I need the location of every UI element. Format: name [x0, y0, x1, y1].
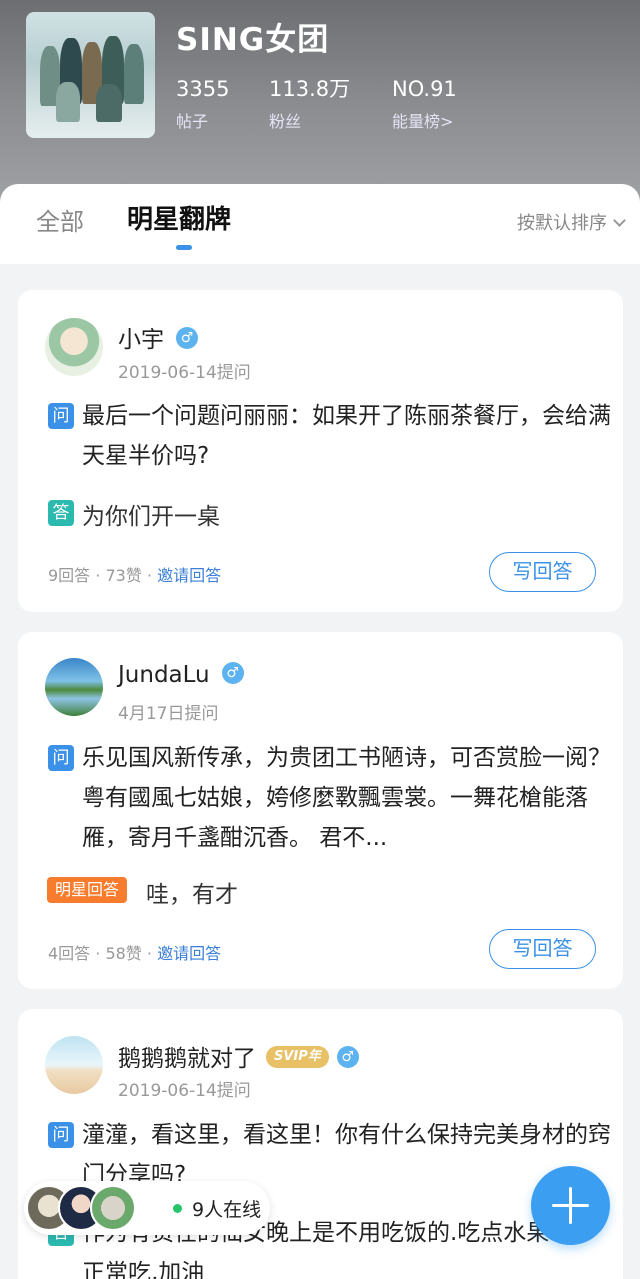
chevron-down-icon — [613, 214, 626, 227]
like-count: 73赞 — [105, 566, 142, 585]
stat-label: 粉丝 — [269, 112, 302, 131]
invite-answer-link[interactable]: 邀请回答 — [157, 944, 221, 963]
ask-date: 4月17日提问 — [118, 704, 219, 724]
username-text: 鹅鹅鹅就对了 — [118, 1046, 256, 1072]
online-count: 9人在线 — [192, 1199, 262, 1221]
qa-card[interactable]: 小宇 ♂ 2019-06-14提问 问 最后一个问题问丽丽：如果开了陈丽茶餐厅，会… — [18, 290, 623, 612]
username[interactable]: JundaLu ♂ — [118, 661, 244, 688]
online-status-dot — [173, 1204, 182, 1213]
avatar[interactable] — [45, 1036, 103, 1094]
stat-value: 113.8万 — [269, 77, 351, 101]
write-answer-button[interactable]: 写回答 — [489, 552, 596, 592]
male-icon: ♂ — [336, 1045, 359, 1068]
stat-posts[interactable]: 3355 帖子 — [176, 76, 229, 132]
card-meta: 9回答 · 73赞 · 邀请回答 — [48, 566, 222, 585]
answer-text[interactable]: 哇，有才 — [146, 875, 238, 909]
answer-count: 4回答 — [48, 944, 91, 963]
sort-label: 按默认排序 — [517, 213, 607, 234]
write-answer-button[interactable]: 写回答 — [489, 929, 596, 969]
group-title: SING女团 — [176, 22, 330, 58]
ask-date: 2019-06-14提问 — [118, 1081, 251, 1101]
question-tag: 问 — [48, 403, 74, 429]
qa-card[interactable]: JundaLu ♂ 4月17日提问 问 乐见国风新传承，为贵团工书陋诗，可否赏脸一… — [18, 632, 623, 989]
group-cover-image[interactable] — [26, 12, 155, 138]
star-answer-tag: 明星回答 — [47, 877, 128, 903]
avatar — [90, 1185, 136, 1231]
stat-label: 帖子 — [176, 112, 209, 131]
avatar[interactable] — [45, 658, 103, 716]
male-icon: ♂ — [176, 326, 198, 349]
avatar[interactable] — [45, 318, 103, 376]
answer-tag: 答 — [48, 500, 74, 526]
stat-value: 3355 — [176, 77, 230, 101]
svip-badge: SVIP年 — [266, 1045, 329, 1068]
question-tag: 问 — [48, 745, 74, 771]
stat-label: 能量榜> — [392, 112, 454, 131]
add-question-button[interactable] — [531, 1166, 610, 1245]
username-text: 小宇 — [118, 327, 164, 353]
stat-fans[interactable]: 113.8万 粉丝 — [269, 76, 350, 132]
answer-count: 9回答 — [48, 566, 91, 585]
tab-all[interactable]: 全部 — [36, 202, 84, 237]
username[interactable]: 小宇 ♂ — [118, 320, 198, 354]
username-text: JundaLu — [118, 662, 210, 688]
qa-card[interactable]: 鹅鹅鹅就对了 SVIP年 ♂ 2019-06-14提问 问 潼潼，看这里，看这里！你… — [18, 1009, 623, 1279]
online-users-bubble[interactable]: 9人在线 — [24, 1181, 270, 1235]
plus-icon — [569, 1187, 572, 1224]
stat-value: NO.91 — [392, 77, 457, 101]
tab-active-indicator — [176, 245, 192, 250]
question-tag: 问 — [48, 1122, 74, 1148]
tab-star-qa[interactable]: 明星翻牌 — [127, 199, 231, 236]
answer-text[interactable]: 为你们开一桌 — [82, 497, 220, 531]
male-icon: ♂ — [221, 661, 244, 684]
sort-dropdown[interactable]: 按默认排序 — [517, 209, 626, 235]
stat-energy-rank[interactable]: NO.91 能量榜> — [392, 76, 457, 132]
question-text[interactable]: 最后一个问题问丽丽：如果开了陈丽茶餐厅，会给满天星半价吗? — [82, 396, 617, 476]
question-text[interactable]: 乐见国风新传承，为贵团工书陋诗，可否赏脸一阅？ 粤有國風七姑娘，姱修麼斁飄雲裳。… — [82, 738, 617, 858]
ask-date: 2019-06-14提问 — [118, 363, 251, 383]
like-count: 58赞 — [105, 944, 142, 963]
card-meta: 4回答 · 58赞 · 邀请回答 — [48, 944, 222, 963]
tab-bar: 全部 明星翻牌 按默认排序 — [0, 184, 640, 264]
username[interactable]: 鹅鹅鹅就对了 SVIP年 ♂ — [118, 1039, 359, 1073]
invite-answer-link[interactable]: 邀请回答 — [157, 566, 221, 585]
